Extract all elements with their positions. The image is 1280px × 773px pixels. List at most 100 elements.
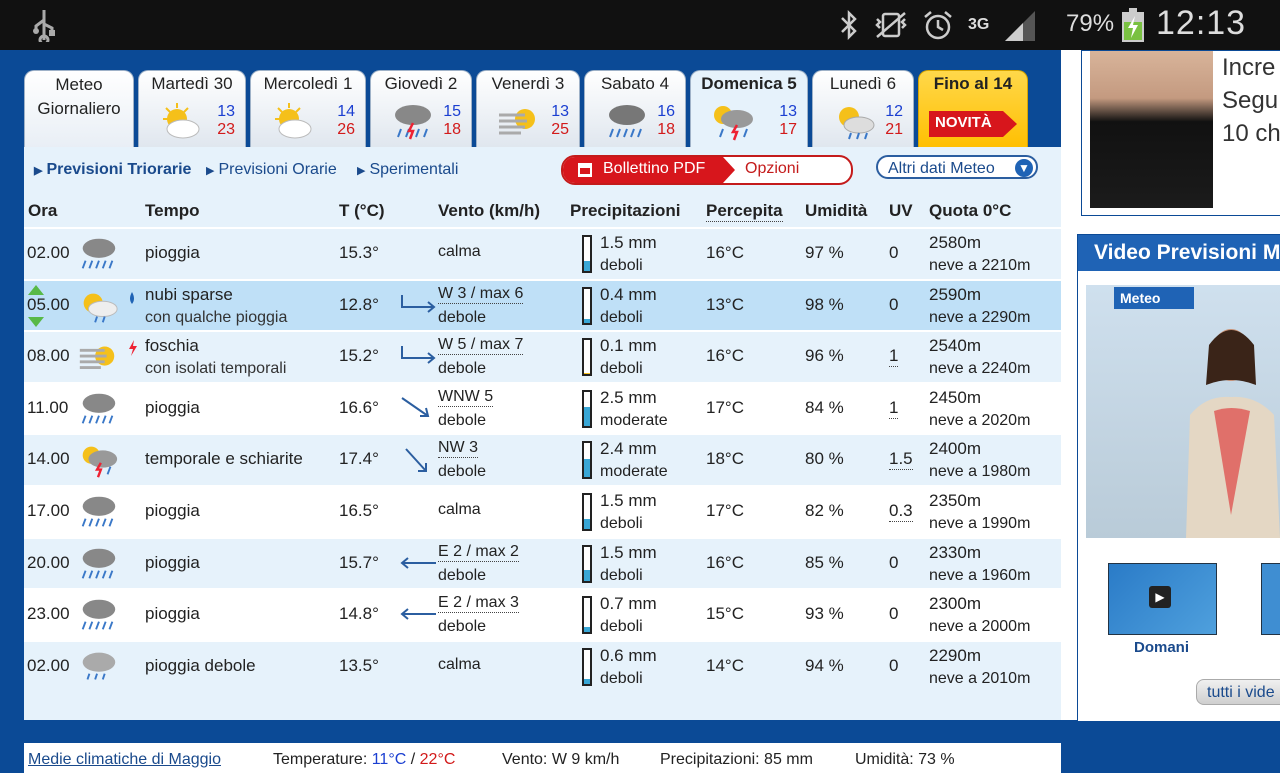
tab-label: Sabato 4 (600, 74, 670, 93)
min-temp: 13 (779, 103, 797, 120)
alarm-icon (924, 11, 952, 40)
wind-direction-icon (398, 344, 438, 368)
temperature-cell: 16.5° (339, 500, 379, 520)
video-thumbnail-domani[interactable]: ▶ (1108, 563, 1217, 635)
umidita-cell: 85 % (805, 552, 844, 572)
tab-label: Domenica 5 (701, 74, 797, 93)
footer-precipitazioni: Precipitazioni: 85 mm (660, 751, 813, 768)
tab-venerdi-3[interactable]: Venerdì 3 13 25 (476, 70, 580, 149)
meteo-logo: Meteo (1114, 287, 1194, 309)
min-temp: 13 (217, 103, 235, 120)
precipitation-fill (584, 627, 590, 633)
weather-icon (76, 235, 120, 273)
uv-cell[interactable]: 1.5 (889, 449, 913, 471)
uv-cell[interactable]: 1 (889, 346, 899, 368)
video-previsioni-box: Video Previsioni M Meteo ▶ Domani tutti … (1077, 234, 1280, 722)
uv-cell[interactable]: 1 (889, 398, 899, 419)
link-sperimentali[interactable]: ▶ Sperimentali (357, 161, 458, 179)
tab-meteo-giornaliero[interactable]: Meteo Giornaliero (24, 70, 134, 149)
link-label: Previsioni Triorarie (46, 161, 192, 178)
precipitation-fill (584, 407, 590, 426)
row-expand-arrows-icon[interactable] (26, 281, 46, 331)
wind-direction-icon (398, 447, 438, 473)
raindrop-icon (128, 289, 136, 309)
prec-intensity: deboli (600, 618, 643, 636)
vento-text: W 5 / max 7 (438, 336, 524, 356)
usb-icon (33, 10, 55, 42)
ad-photo (1090, 51, 1213, 208)
tempo-cell: pioggia (145, 500, 200, 520)
tab-label: Meteo (55, 75, 103, 94)
storm-sun-icon (714, 106, 753, 141)
precipitation-bar (582, 338, 592, 377)
clock: 12:13 (1156, 4, 1247, 42)
min-temp: 13 (551, 103, 569, 120)
tab-mercoledi-1[interactable]: Mercoledì 1 14 26 (250, 70, 366, 149)
table-row: 14.00 temporale e schiarite 17.4° NW 3 debol… (24, 433, 1061, 485)
avg-min-temp: 11°C (371, 751, 407, 768)
weather-icon (76, 545, 120, 583)
main-content: Meteo Giornaliero Martedì 30 13 23 Merco… (12, 50, 1061, 773)
tab-label: Martedì 30 (151, 74, 233, 93)
tempo-subtext: con qualche pioggia (145, 308, 288, 326)
link-previsioni-triorarie[interactable]: ▶ Previsioni Triorarie (34, 161, 191, 179)
prec-intensity: deboli (600, 566, 643, 584)
bluetooth-icon (841, 10, 857, 40)
vento-text: E 2 / max 2 (438, 542, 519, 562)
tempo-cell: pioggia debole (145, 655, 256, 675)
tab-label: Mercoledì 1 (263, 74, 353, 93)
link-previsioni-orarie[interactable]: ▶ Previsioni Orarie (206, 161, 337, 179)
status-bar: 3G 79% 12:13 (0, 0, 1280, 50)
video-thumbnail-next[interactable] (1261, 563, 1280, 635)
header-quota: Quota 0°C (929, 201, 1012, 220)
precipitation-fill (584, 518, 590, 529)
sidebar: Incre Segu 10 ch Video Previsioni M Mete… (1061, 50, 1280, 722)
temperature-cell: 15.3° (339, 243, 379, 262)
day-tabs: Meteo Giornaliero Martedì 30 13 23 Merco… (24, 70, 1034, 151)
precipitation-fill (584, 319, 590, 323)
weather-icon (76, 441, 120, 479)
quota-value: 2350m (929, 490, 981, 510)
medie-climatiche-link[interactable]: Medie climatiche di Maggio (28, 751, 221, 769)
climate-footer: Medie climatiche di Maggio Temperature: … (24, 743, 1061, 773)
ora-cell: 17.00 (27, 500, 70, 520)
tab-giovedi-2[interactable]: Giovedì 2 15 18 (370, 70, 472, 149)
quota-value: 2450m (929, 387, 981, 407)
precipitation-bar (582, 235, 592, 273)
ad-text-line: Segu (1222, 87, 1279, 114)
tab-domenica-5[interactable]: Domenica 5 13 17 (690, 70, 808, 151)
prec-intensity: moderate (600, 463, 668, 481)
uv-cell[interactable]: 0.3 (889, 501, 913, 522)
temperature-label: Temperature: (273, 751, 368, 768)
tab-lunedi-6[interactable]: Lunedì 6 12 21 (812, 70, 914, 149)
advertisement[interactable]: Incre Segu 10 ch (1081, 50, 1280, 216)
prec-amount: 0.1 mm (600, 336, 657, 356)
table-row: 11.00 pioggia 16.6° WNW 5 debole 2.5 mm modera… (24, 381, 1061, 434)
tab-martedi-30[interactable]: Martedì 30 13 23 (138, 70, 246, 149)
precipitation-fill (584, 678, 590, 684)
temperature-cell: 17.4° (339, 449, 379, 469)
video-player[interactable]: Meteo (1086, 285, 1280, 538)
percepita-cell: 15°C (706, 604, 744, 624)
altri-dati-meteo-dropdown[interactable]: Altri dati Meteo ▼ (876, 155, 1038, 179)
umidita-cell: 80 % (805, 449, 844, 469)
prec-intensity: deboli (600, 360, 643, 378)
precipitation-fill (584, 458, 590, 478)
precipitation-bar (582, 596, 592, 635)
max-temp: 25 (551, 121, 569, 138)
prec-amount: 0.7 mm (600, 594, 657, 614)
vento-intensity: debole (438, 566, 487, 584)
umidita-cell: 84 % (805, 397, 844, 417)
prec-amount: 1.5 mm (600, 490, 657, 510)
header-percepita[interactable]: Percepita (706, 201, 783, 222)
percepita-cell: 18°C (706, 449, 744, 469)
tab-sabato-4[interactable]: Sabato 4 16 18 (584, 70, 686, 149)
ora-cell: 08.00 (27, 346, 70, 366)
tab-fino-al-14[interactable]: Fino al 14 NOVITÀ (918, 70, 1028, 149)
header-ora: Ora (28, 201, 58, 220)
bollettino-pdf-button[interactable]: Bollettino PDF (563, 157, 723, 183)
tutti-i-video-button[interactable]: tutti i vide (1196, 679, 1280, 705)
pdf-options-button-group: Bollettino PDF Opzioni (561, 155, 853, 185)
video-thumbnail-label[interactable]: Domani (1108, 639, 1215, 656)
opzioni-button[interactable]: Opzioni (731, 157, 799, 181)
